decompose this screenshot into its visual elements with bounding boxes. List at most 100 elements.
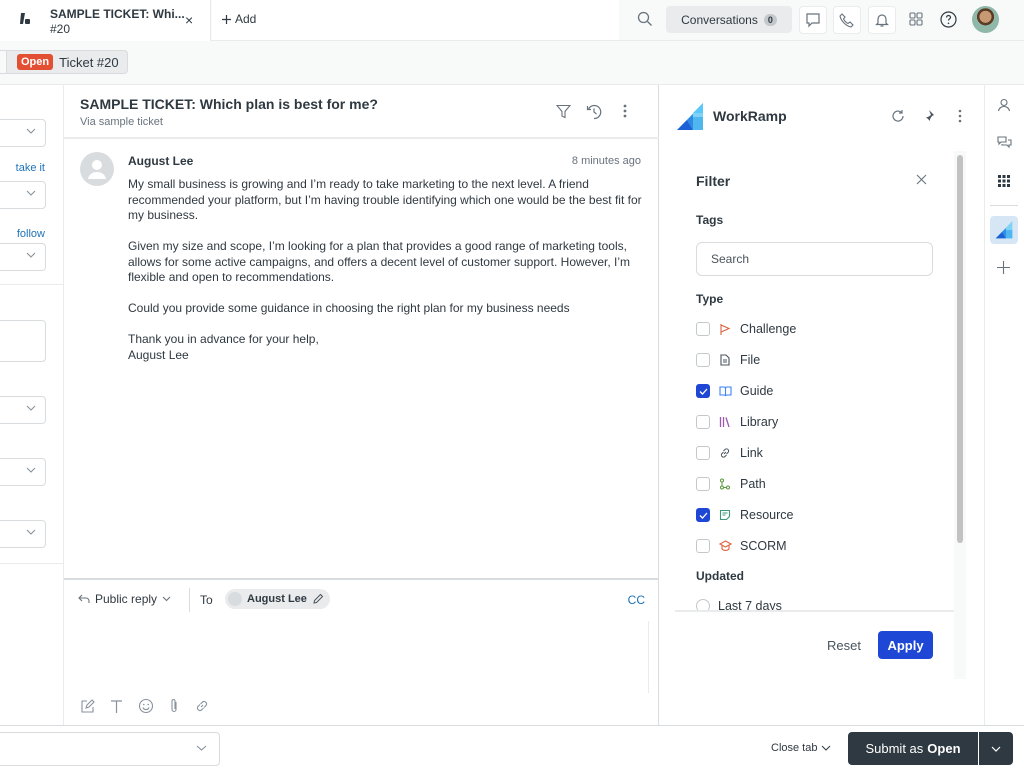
message-paragraph: Could you provide some guidance in choos… [128,301,570,315]
conversations-icon[interactable] [997,135,1012,150]
updated-label: Updated [696,569,744,583]
submit-options-button[interactable] [979,732,1013,765]
search-icon[interactable] [637,11,653,27]
add-app-icon[interactable] [997,261,1010,274]
history-icon[interactable] [586,104,602,120]
reply-arrow-icon [78,594,90,604]
field-select[interactable] [0,520,46,548]
help-icon[interactable] [940,11,957,28]
filter-footer: Reset Apply [675,610,954,680]
close-tab-dropdown[interactable]: Close tab [771,742,831,754]
emoji-icon[interactable] [138,698,154,714]
conversations-label: Conversations [681,12,758,27]
close-tab-label: Close tab [771,742,818,754]
compose-icon[interactable] [80,698,95,714]
ticket-subbar: Open Ticket #20 [0,41,1024,85]
chat-button[interactable] [799,6,827,34]
reply-type-selector[interactable]: Public reply [78,592,171,606]
workramp-logo-icon [676,103,704,131]
apply-button[interactable]: Apply [878,631,933,659]
cc-link[interactable]: CC [628,593,645,607]
link-icon[interactable] [194,698,210,714]
type-option-label: Challenge [740,322,797,336]
close-icon[interactable] [916,174,927,185]
checkbox[interactable] [696,539,710,553]
ticket-breadcrumb[interactable]: Open Ticket #20 [0,50,128,74]
attachment-icon[interactable] [168,698,180,714]
checkbox[interactable] [696,477,710,491]
ticket-properties-panel: take it follow [0,85,64,725]
priority-select[interactable] [0,458,46,486]
follow-link[interactable]: follow [17,228,45,240]
type-option-path[interactable]: Path [696,475,766,493]
type-option-scorm[interactable]: SCORM [696,537,787,555]
recipient-chip[interactable]: August Lee [225,589,330,609]
property-select[interactable] [0,119,46,147]
submit-button[interactable]: Submit as Open [848,732,978,765]
recipient-name: August Lee [247,593,307,605]
macro-select[interactable] [0,732,220,766]
message-author[interactable]: August Lee [128,154,193,168]
zendesk-logo-icon [20,13,32,25]
type-select[interactable] [0,396,46,424]
filter-icon[interactable] [556,104,571,119]
checkbox[interactable] [696,446,710,460]
chevron-down-icon [162,596,171,602]
ticket-tab[interactable]: SAMPLE TICKET: Whi... #20 × [0,0,211,41]
filter-scrollbar[interactable] [954,151,966,679]
tags-search-input[interactable] [696,242,933,276]
conversations-button[interactable]: Conversations 0 [666,6,792,33]
add-tab-button[interactable]: Add [222,12,256,26]
type-option-challenge[interactable]: Challenge [696,320,796,338]
checkbox-checked[interactable] [696,508,710,522]
workramp-app-button[interactable] [990,216,1018,244]
type-option-link[interactable]: Link [696,444,763,462]
type-option-label: Path [740,477,766,491]
refresh-icon[interactable] [891,109,905,123]
message-timestamp: 8 minutes ago [571,155,641,167]
checkbox[interactable] [696,353,710,367]
divider [189,588,190,612]
user-avatar[interactable] [972,6,999,33]
take-it-link[interactable]: take it [16,162,45,174]
add-tab-area: Add [212,0,619,40]
path-icon [718,477,732,491]
type-option-library[interactable]: Library [696,413,778,431]
more-options-icon[interactable] [958,109,962,123]
composer-scrollbar[interactable] [648,621,649,693]
pin-icon[interactable] [921,109,935,123]
checkbox[interactable] [696,415,710,429]
apps-grid-icon[interactable] [908,11,924,27]
user-profile-icon[interactable] [997,98,1011,112]
chevron-down-icon [26,190,36,196]
scorm-icon [718,539,732,553]
assignee-select[interactable] [0,181,46,209]
notifications-button[interactable] [868,6,896,34]
reply-composer: Public reply To August Lee CC [64,578,659,725]
tags-field[interactable] [0,320,46,362]
type-option-file[interactable]: File [696,351,760,369]
context-rail [984,85,1024,725]
checkbox[interactable] [696,322,710,336]
edit-pencil-icon[interactable] [312,593,324,605]
scrollbar-thumb[interactable] [957,155,963,543]
book-icon [718,384,732,398]
type-option-resource[interactable]: Resource [696,506,794,524]
phone-button[interactable] [833,6,861,34]
type-option-label: Guide [740,384,774,398]
text-format-icon[interactable] [109,699,124,714]
more-options-icon[interactable] [623,104,627,118]
breadcrumb-prev-segment[interactable] [0,51,7,73]
close-tab-icon[interactable]: × [185,12,193,28]
type-option-guide[interactable]: Guide [696,382,773,400]
link-icon [718,446,732,460]
checkbox-checked[interactable] [696,384,710,398]
type-option-label: SCORM [740,539,787,553]
type-option-label: Resource [740,508,794,522]
submit-status: Open [927,741,961,756]
followers-select[interactable] [0,243,46,271]
plus-icon [222,14,231,24]
add-label: Add [235,12,257,26]
reset-button[interactable]: Reset [827,638,861,653]
apps-grid-icon[interactable] [997,174,1011,188]
